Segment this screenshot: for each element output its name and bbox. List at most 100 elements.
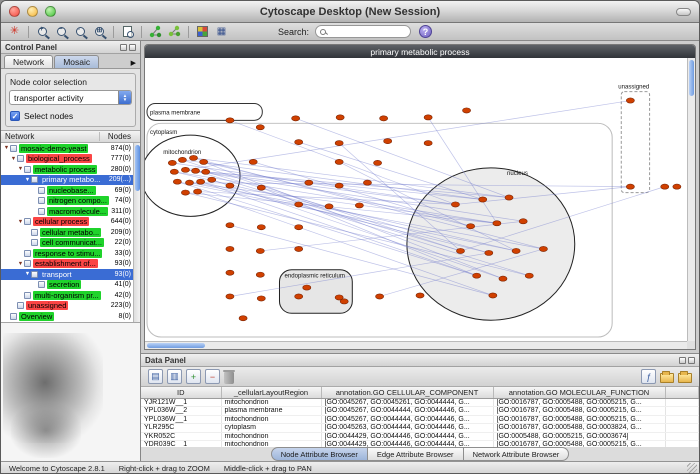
tab-network[interactable]: Network: [4, 55, 53, 68]
node-color-dropdown[interactable]: transporter activity ▲▼: [9, 90, 132, 105]
network-node[interactable]: [493, 221, 501, 226]
network-node[interactable]: [208, 177, 216, 182]
tab-node-attribute-browser[interactable]: Node Attribute Browser: [271, 447, 368, 461]
zoom-window-button[interactable]: [45, 6, 56, 17]
table-cell[interactable]: YJR121W__1: [141, 398, 221, 407]
attribute-table-button[interactable]: ▦: [213, 24, 230, 40]
network-node[interactable]: [200, 159, 208, 164]
network-node[interactable]: [489, 293, 497, 298]
table-cell[interactable]: mitochondrion: [221, 432, 321, 441]
expand-arrow-icon[interactable]: ▼: [17, 219, 24, 225]
column-header-id[interactable]: ID: [141, 387, 221, 398]
tab-network-attribute-browser[interactable]: Network Attribute Browser: [464, 447, 570, 461]
tree-row[interactable]: multi-organism pr...42(0): [1, 290, 140, 301]
select-attributes-icon[interactable]: ▤: [148, 369, 163, 384]
resize-grip[interactable]: [687, 463, 697, 473]
network-node[interactable]: [505, 195, 513, 200]
scrollbar-thumb[interactable]: [147, 343, 205, 348]
column-header--cellularlayoutregion[interactable]: _cellularLayoutRegion: [221, 387, 321, 398]
expand-arrow-icon[interactable]: ▼: [17, 166, 24, 172]
table-cell[interactable]: YPL036W__1: [141, 415, 221, 424]
network-node[interactable]: [525, 273, 533, 278]
tree-row[interactable]: ▼biological_process777(0): [1, 154, 140, 165]
table-cell[interactable]: [GO:0045263, GO:0044444, GO:0044446, G..…: [321, 424, 493, 433]
table-cell[interactable]: cytoplasm: [221, 424, 321, 433]
table-cell[interactable]: [GO:0016787, GO:0005488, GO:0003824, G..…: [493, 424, 665, 433]
network-node[interactable]: [239, 316, 247, 321]
network-node[interactable]: [673, 184, 681, 189]
table-cell[interactable]: plasma membrane: [221, 407, 321, 416]
network-node[interactable]: [661, 184, 669, 189]
network-node[interactable]: [181, 167, 189, 172]
network-node[interactable]: [202, 169, 210, 174]
table-cell[interactable]: [GO:0044429, GO:0044446, GO:0044444, G..…: [321, 432, 493, 441]
network-node[interactable]: [178, 157, 186, 162]
network-node[interactable]: [173, 179, 181, 184]
network-node[interactable]: [499, 276, 507, 281]
network-node[interactable]: [374, 160, 382, 165]
tree-column-network[interactable]: Network: [1, 132, 100, 141]
table-cell[interactable]: YPL036W__2: [141, 407, 221, 416]
zoom-out-button[interactable]: −: [53, 24, 70, 40]
network-node[interactable]: [226, 183, 234, 188]
network-node[interactable]: [512, 248, 520, 253]
network-node[interactable]: [451, 202, 459, 207]
network-node[interactable]: [194, 189, 202, 194]
zoom-selected-button[interactable]: ▫: [72, 24, 89, 40]
load-attributes-icon[interactable]: [678, 373, 692, 383]
tree-row[interactable]: ▼transport93(0): [1, 269, 140, 280]
tree-row[interactable]: cellular metabo...209(0): [1, 227, 140, 238]
network-node[interactable]: [226, 294, 234, 299]
table-cell[interactable]: mitochondrion: [221, 441, 321, 448]
network-node[interactable]: [340, 299, 348, 304]
network-node[interactable]: [295, 246, 303, 251]
network-node[interactable]: [467, 224, 475, 229]
close-panel-icon[interactable]: [129, 44, 136, 51]
network-view-title[interactable]: primary metabolic process: [145, 45, 695, 58]
table-cell[interactable]: YLR295C: [141, 424, 221, 433]
table-row[interactable]: YPL036W__1mitochondrion[GO:0045267, GO:0…: [141, 415, 699, 424]
table-cell[interactable]: [GO:0045267, GO:0045261, GO:0044444, G..…: [321, 398, 493, 407]
tree-row[interactable]: response to stimu...33(0): [1, 248, 140, 259]
network-node[interactable]: [226, 223, 234, 228]
network-node[interactable]: [295, 225, 303, 230]
unselect-attributes-icon[interactable]: ▥: [167, 369, 182, 384]
table-cell[interactable]: mitochondrion: [221, 415, 321, 424]
expand-arrow-icon[interactable]: ▼: [17, 261, 24, 267]
new-attribute-icon[interactable]: +: [186, 369, 201, 384]
network-node[interactable]: [416, 293, 424, 298]
network-node[interactable]: [335, 159, 343, 164]
toolbar-toggle-button[interactable]: [676, 8, 691, 16]
function-builder-icon[interactable]: ƒ: [641, 369, 656, 384]
network-node[interactable]: [335, 183, 343, 188]
float-panel-icon[interactable]: [679, 357, 686, 364]
table-row[interactable]: YDR039C__1mitochondrion[GO:0044429, GO:0…: [141, 441, 699, 448]
network-node[interactable]: [256, 248, 264, 253]
table-row[interactable]: YJR121W__1mitochondrion[GO:0045267, GO:0…: [141, 398, 699, 407]
network-node[interactable]: [384, 139, 392, 144]
table-cell[interactable]: [GO:0016787, GO:0005488, GO:0005215, G..…: [493, 407, 665, 416]
trash-icon[interactable]: [224, 372, 234, 384]
tree-column-nodes[interactable]: Nodes: [100, 132, 140, 141]
network-node[interactable]: [626, 98, 634, 103]
network-node[interactable]: [249, 159, 257, 164]
table-cell[interactable]: [GO:0045267, GO:0044444, GO:0044446, G..…: [321, 407, 493, 416]
network-canvas[interactable]: plasma membranecytoplasmmitochondrionnuc…: [145, 58, 687, 341]
table-cell[interactable]: mitochondrion: [221, 398, 321, 407]
minimize-window-button[interactable]: [27, 6, 38, 17]
import-attributes-icon[interactable]: [660, 373, 674, 383]
zoom-fit-button[interactable]: ⊞: [91, 24, 108, 40]
network-node[interactable]: [363, 180, 371, 185]
search-input[interactable]: [315, 25, 411, 38]
float-panel-icon[interactable]: [120, 44, 127, 51]
close-window-button[interactable]: [9, 6, 20, 17]
network-node[interactable]: [295, 140, 303, 145]
expand-arrow-icon[interactable]: ▼: [10, 156, 17, 162]
tree-row[interactable]: ▼metabolic process280(0): [1, 164, 140, 175]
network-node[interactable]: [295, 202, 303, 207]
network-node[interactable]: [380, 116, 388, 121]
network-horizontal-scrollbar[interactable]: [145, 341, 687, 349]
network-node[interactable]: [192, 168, 200, 173]
table-cell[interactable]: [GO:0016787, GO:0005488, GO:0005215, G..…: [493, 441, 665, 448]
network-node[interactable]: [226, 118, 234, 123]
